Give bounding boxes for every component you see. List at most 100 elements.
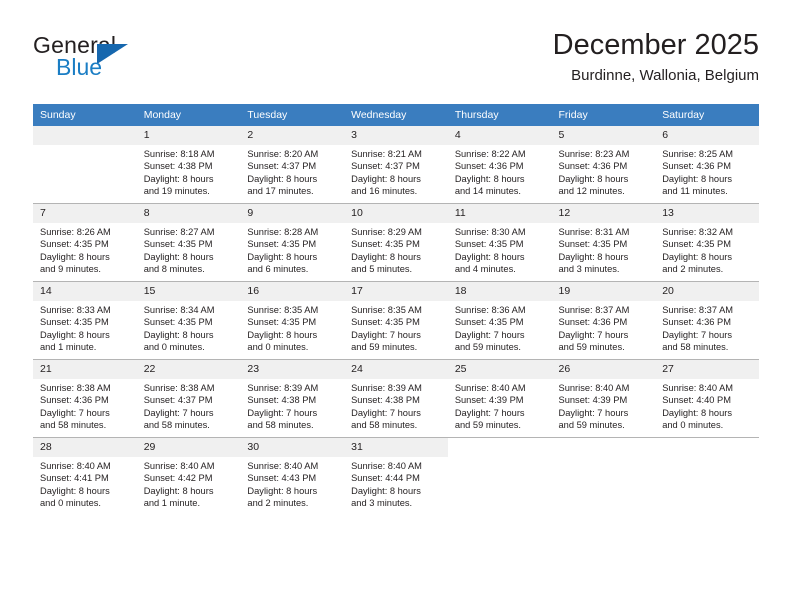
calendar-body: 1 Sunrise: 8:18 AM Sunset: 4:38 PM Daylight… xyxy=(33,126,759,515)
calendar-table: Sunday Monday Tuesday Wednesday Thursday Frid… xyxy=(33,104,759,515)
calendar-day-cell[interactable]: 29 Sunrise: 8:40 AM Sunset: 4:42 PM Dayligh… xyxy=(136,437,241,515)
calendar-empty-cell xyxy=(33,126,137,204)
day-detail-line: and 59 minutes. xyxy=(454,342,521,353)
calendar-day-cell[interactable]: 17 Sunrise: 8:35 AM Sunset: 4:35 PM Dayligh… xyxy=(344,281,448,360)
day-detail-line: Sunrise: 8:40 AM xyxy=(40,461,111,471)
day-detail-line: and 58 minutes. xyxy=(40,420,107,431)
calendar-day-cell[interactable]: 26 Sunrise: 8:40 AM Sunset: 4:39 PM Dayligh… xyxy=(551,359,656,438)
calendar-day-cell[interactable]: 24 Sunrise: 8:39 AM Sunset: 4:38 PM Dayligh… xyxy=(344,359,448,438)
day-details: Sunrise: 8:27 AM Sunset: 4:35 PM Daylight:… xyxy=(137,223,241,276)
calendar-day-cell[interactable]: 31 Sunrise: 8:40 AM Sunset: 4:44 PM Dayligh… xyxy=(344,437,448,515)
calendar-day-cell[interactable]: 15 Sunrise: 8:34 AM Sunset: 4:35 PM Dayligh… xyxy=(136,281,241,360)
day-number: 23 xyxy=(240,360,345,379)
day-number: 21 xyxy=(33,360,137,379)
day-detail-line: Daylight: 7 hours xyxy=(143,407,214,418)
day-number: 31 xyxy=(344,438,448,457)
day-detail-line: Sunrise: 8:23 AM xyxy=(558,149,630,159)
day-detail-line: Daylight: 8 hours xyxy=(351,251,421,262)
day-detail-line: Daylight: 8 hours xyxy=(143,485,214,496)
calendar-day-cell[interactable]: 11 Sunrise: 8:30 AM Sunset: 4:35 PM Dayligh… xyxy=(447,203,552,282)
day-number: 16 xyxy=(240,282,345,301)
calendar-day-cell[interactable]: 16 Sunrise: 8:35 AM Sunset: 4:35 PM Dayligh… xyxy=(240,281,345,360)
calendar-day-cell[interactable]: 19 Sunrise: 8:37 AM Sunset: 4:36 PM Dayligh… xyxy=(551,281,656,360)
calendar-week-row: 14 Sunrise: 8:33 AM Sunset: 4:35 PM Dayligh… xyxy=(33,281,759,360)
day-detail-line: Sunset: 4:40 PM xyxy=(662,395,731,406)
calendar-day-cell[interactable]: 18 Sunrise: 8:36 AM Sunset: 4:35 PM Dayligh… xyxy=(447,281,552,360)
calendar-day-cell[interactable]: 4 Sunrise: 8:22 AM Sunset: 4:36 PM Daylight… xyxy=(447,126,552,204)
calendar-day-cell[interactable]: 14 Sunrise: 8:33 AM Sunset: 4:35 PM Dayligh… xyxy=(33,281,137,360)
day-detail-line: Sunset: 4:36 PM xyxy=(558,317,628,328)
calendar-day-cell[interactable]: 9 Sunrise: 8:28 AM Sunset: 4:35 PM Daylight… xyxy=(240,203,345,282)
day-detail-line: Daylight: 8 hours xyxy=(143,251,214,262)
day-number: 2 xyxy=(240,126,345,145)
day-detail-line: and 1 minute. xyxy=(143,498,201,509)
calendar-day-cell[interactable]: 27 Sunrise: 8:40 AM Sunset: 4:40 PM Dayligh… xyxy=(655,359,759,438)
day-detail-line: Sunset: 4:36 PM xyxy=(40,395,109,406)
day-detail-line: Daylight: 7 hours xyxy=(558,329,629,340)
calendar-day-cell[interactable]: 5 Sunrise: 8:23 AM Sunset: 4:36 PM Daylight… xyxy=(551,126,656,204)
day-detail-line: and 1 minute. xyxy=(40,342,97,353)
day-number: 30 xyxy=(240,438,345,457)
calendar-day-cell[interactable]: 30 Sunrise: 8:40 AM Sunset: 4:43 PM Dayligh… xyxy=(240,437,345,515)
day-details: Sunrise: 8:40 AM Sunset: 4:39 PM Daylight:… xyxy=(448,379,552,432)
day-detail-line: Sunset: 4:39 PM xyxy=(558,395,628,406)
calendar-day-cell[interactable]: 10 Sunrise: 8:29 AM Sunset: 4:35 PM Dayligh… xyxy=(344,203,448,282)
day-detail-line: Sunset: 4:35 PM xyxy=(247,317,317,328)
day-detail-line: Sunset: 4:35 PM xyxy=(40,239,109,250)
brand-logo[interactable]: General Blue xyxy=(33,32,243,88)
day-details: Sunrise: 8:21 AM Sunset: 4:37 PM Daylight:… xyxy=(344,145,448,198)
calendar-day-cell[interactable]: 21 Sunrise: 8:38 AM Sunset: 4:36 PM Dayligh… xyxy=(33,359,137,438)
day-detail-line: Daylight: 8 hours xyxy=(247,173,318,184)
day-details: Sunrise: 8:22 AM Sunset: 4:36 PM Daylight:… xyxy=(448,145,552,198)
title-block: December 2025 Burdinne, Wallonia, Belgiu… xyxy=(553,28,759,86)
calendar-day-cell[interactable]: 3 Sunrise: 8:21 AM Sunset: 4:37 PM Daylight… xyxy=(344,126,448,204)
day-detail-line: Daylight: 8 hours xyxy=(40,251,110,262)
day-detail-line: Daylight: 8 hours xyxy=(143,329,214,340)
day-number: 6 xyxy=(655,126,759,145)
day-number: 17 xyxy=(344,282,448,301)
weekday-header-tuesday: Tuesday xyxy=(240,104,345,126)
day-detail-line: Sunrise: 8:32 AM xyxy=(662,227,734,237)
day-detail-line: and 0 minutes. xyxy=(143,342,205,353)
calendar-day-cell[interactable]: 1 Sunrise: 8:18 AM Sunset: 4:38 PM Daylight… xyxy=(136,126,241,204)
day-number: 5 xyxy=(551,126,656,145)
weekday-header-saturday: Saturday xyxy=(655,104,759,126)
day-details: Sunrise: 8:32 AM Sunset: 4:35 PM Daylight:… xyxy=(655,223,759,276)
day-detail-line: Daylight: 8 hours xyxy=(40,485,110,496)
day-detail-line: Daylight: 8 hours xyxy=(662,407,732,418)
weekday-header-wednesday: Wednesday xyxy=(344,104,448,126)
day-detail-line: Sunrise: 8:36 AM xyxy=(454,305,526,315)
calendar-day-cell[interactable]: 28 Sunrise: 8:40 AM Sunset: 4:41 PM Dayligh… xyxy=(33,437,137,515)
day-detail-line: Daylight: 8 hours xyxy=(247,485,318,496)
day-detail-line: Sunrise: 8:34 AM xyxy=(143,305,215,315)
calendar-day-cell[interactable]: 8 Sunrise: 8:27 AM Sunset: 4:35 PM Daylight… xyxy=(136,203,241,282)
day-detail-line: Daylight: 8 hours xyxy=(351,173,421,184)
day-details: Sunrise: 8:38 AM Sunset: 4:37 PM Daylight:… xyxy=(137,379,241,432)
calendar-day-cell[interactable]: 7 Sunrise: 8:26 AM Sunset: 4:35 PM Daylight… xyxy=(33,203,137,282)
day-detail-line: Sunset: 4:41 PM xyxy=(40,473,109,484)
day-number: 20 xyxy=(655,282,759,301)
calendar-day-cell[interactable]: 13 Sunrise: 8:32 AM Sunset: 4:35 PM Dayligh… xyxy=(655,203,759,282)
day-details: Sunrise: 8:39 AM Sunset: 4:38 PM Daylight:… xyxy=(240,379,344,432)
calendar-day-cell[interactable]: 6 Sunrise: 8:25 AM Sunset: 4:36 PM Daylight… xyxy=(655,126,759,204)
calendar-day-cell[interactable]: 22 Sunrise: 8:38 AM Sunset: 4:37 PM Dayligh… xyxy=(136,359,241,438)
day-detail-line: and 6 minutes. xyxy=(247,264,309,275)
day-details: Sunrise: 8:40 AM Sunset: 4:42 PM Daylight:… xyxy=(137,457,241,510)
day-details: Sunrise: 8:40 AM Sunset: 4:43 PM Daylight:… xyxy=(240,457,344,510)
calendar-day-cell[interactable]: 12 Sunrise: 8:31 AM Sunset: 4:35 PM Dayligh… xyxy=(551,203,656,282)
calendar-day-cell[interactable]: 25 Sunrise: 8:40 AM Sunset: 4:39 PM Dayligh… xyxy=(447,359,552,438)
calendar-day-cell[interactable]: 20 Sunrise: 8:37 AM Sunset: 4:36 PM Dayligh… xyxy=(655,281,759,360)
day-number: 26 xyxy=(551,360,656,379)
calendar-day-cell[interactable]: 23 Sunrise: 8:39 AM Sunset: 4:38 PM Dayligh… xyxy=(240,359,345,438)
day-detail-line: and 14 minutes. xyxy=(454,186,521,197)
day-number: 10 xyxy=(344,204,448,223)
day-details: Sunrise: 8:36 AM Sunset: 4:35 PM Daylight:… xyxy=(448,301,552,354)
day-detail-line: Sunset: 4:38 PM xyxy=(351,395,420,406)
day-detail-line: and 19 minutes. xyxy=(143,186,210,197)
day-detail-line: Sunrise: 8:22 AM xyxy=(454,149,526,159)
day-detail-line: and 59 minutes. xyxy=(558,420,625,431)
day-number: 19 xyxy=(551,282,656,301)
day-detail-line: and 59 minutes. xyxy=(558,342,625,353)
day-number xyxy=(33,126,137,145)
calendar-day-cell[interactable]: 2 Sunrise: 8:20 AM Sunset: 4:37 PM Daylight… xyxy=(240,126,345,204)
